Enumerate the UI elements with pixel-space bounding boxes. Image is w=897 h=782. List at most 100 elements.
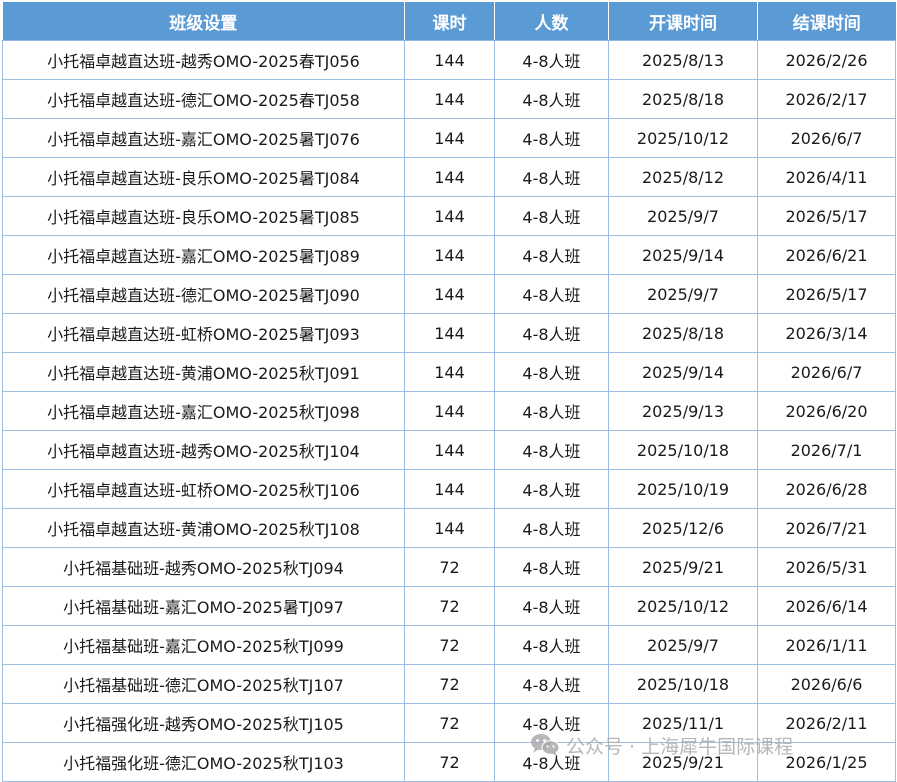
cell-start-date: 2025/11/1: [608, 703, 758, 743]
cell-hours: 72: [404, 586, 495, 626]
cell-class-name: 小托福基础班-德汇OMO-2025秋TJ107: [2, 664, 405, 704]
cell-hours: 144: [404, 79, 495, 119]
cell-class-name: 小托福卓越直达班-黄浦OMO-2025秋TJ091: [2, 352, 405, 392]
table-row: 小托福强化班-德汇OMO-2025秋TJ103 72 4-8人班 2025/9/21 2…: [2, 742, 896, 782]
cell-start-date: 2025/9/13: [608, 391, 758, 431]
cell-start-date: 2025/8/12: [608, 157, 758, 197]
cell-end-date: 2026/4/11: [757, 157, 896, 197]
table-row: 小托福基础班-嘉汇OMO-2025秋TJ099 72 4-8人班 2025/9/7 20…: [2, 625, 896, 665]
cell-class-name: 小托福卓越直达班-虹桥OMO-2025暑TJ093: [2, 313, 405, 353]
cell-hours: 144: [404, 274, 495, 314]
cell-start-date: 2025/10/18: [608, 430, 758, 470]
cell-class-name: 小托福基础班-越秀OMO-2025秋TJ094: [2, 547, 405, 587]
cell-class-size: 4-8人班: [494, 274, 609, 314]
header-class-size: 人数: [494, 2, 609, 41]
cell-start-date: 2025/9/14: [608, 235, 758, 275]
cell-class-name: 小托福卓越直达班-黄浦OMO-2025秋TJ108: [2, 508, 405, 548]
cell-class-size: 4-8人班: [494, 508, 609, 548]
table-row: 小托福卓越直达班-良乐OMO-2025暑TJ085 144 4-8人班 2025/9/…: [2, 196, 896, 236]
cell-start-date: 2025/8/18: [608, 79, 758, 119]
cell-end-date: 2026/3/14: [757, 313, 896, 353]
cell-class-name: 小托福卓越直达班-良乐OMO-2025暑TJ085: [2, 196, 405, 236]
cell-class-name: 小托福基础班-嘉汇OMO-2025秋TJ099: [2, 625, 405, 665]
cell-start-date: 2025/10/12: [608, 586, 758, 626]
cell-hours: 72: [404, 703, 495, 743]
table-row: 小托福卓越直达班-黄浦OMO-2025秋TJ108 144 4-8人班 2025/12…: [2, 508, 896, 548]
cell-class-name: 小托福卓越直达班-虹桥OMO-2025秋TJ106: [2, 469, 405, 509]
cell-end-date: 2026/6/7: [757, 352, 896, 392]
cell-end-date: 2026/5/31: [757, 547, 896, 587]
table-row: 小托福卓越直达班-德汇OMO-2025春TJ058 144 4-8人班 2025/8/…: [2, 79, 896, 119]
table-body: 小托福卓越直达班-越秀OMO-2025春TJ056 144 4-8人班 2025/8/…: [2, 40, 896, 782]
cell-end-date: 2026/6/20: [757, 391, 896, 431]
cell-class-size: 4-8人班: [494, 391, 609, 431]
cell-hours: 144: [404, 313, 495, 353]
cell-hours: 72: [404, 625, 495, 665]
cell-end-date: 2026/7/1: [757, 430, 896, 470]
cell-start-date: 2025/8/18: [608, 313, 758, 353]
cell-class-size: 4-8人班: [494, 547, 609, 587]
cell-class-name: 小托福卓越直达班-嘉汇OMO-2025秋TJ098: [2, 391, 405, 431]
header-start-date: 开课时间: [608, 2, 758, 41]
cell-hours: 144: [404, 118, 495, 158]
cell-class-size: 4-8人班: [494, 742, 609, 782]
cell-end-date: 2026/2/17: [757, 79, 896, 119]
table-row: 小托福基础班-越秀OMO-2025秋TJ094 72 4-8人班 2025/9/21 2…: [2, 547, 896, 587]
cell-end-date: 2026/5/17: [757, 274, 896, 314]
cell-class-size: 4-8人班: [494, 586, 609, 626]
cell-class-name: 小托福卓越直达班-越秀OMO-2025秋TJ104: [2, 430, 405, 470]
cell-hours: 144: [404, 352, 495, 392]
header-end-date: 结课时间: [757, 2, 896, 41]
cell-class-size: 4-8人班: [494, 313, 609, 353]
table-row: 小托福强化班-越秀OMO-2025秋TJ105 72 4-8人班 2025/11/1 2…: [2, 703, 896, 743]
table-row: 小托福卓越直达班-良乐OMO-2025暑TJ084 144 4-8人班 2025/8/…: [2, 157, 896, 197]
cell-start-date: 2025/10/19: [608, 469, 758, 509]
cell-end-date: 2026/5/17: [757, 196, 896, 236]
cell-class-size: 4-8人班: [494, 430, 609, 470]
table-row: 小托福卓越直达班-越秀OMO-2025春TJ056 144 4-8人班 2025/8/…: [2, 40, 896, 80]
cell-class-size: 4-8人班: [494, 118, 609, 158]
cell-class-size: 4-8人班: [494, 469, 609, 509]
cell-class-size: 4-8人班: [494, 703, 609, 743]
cell-class-name: 小托福强化班-越秀OMO-2025秋TJ105: [2, 703, 405, 743]
cell-hours: 72: [404, 547, 495, 587]
cell-hours: 72: [404, 742, 495, 782]
cell-hours: 144: [404, 196, 495, 236]
cell-hours: 144: [404, 469, 495, 509]
cell-start-date: 2025/9/14: [608, 352, 758, 392]
cell-end-date: 2026/2/26: [757, 40, 896, 80]
table-row: 小托福卓越直达班-嘉汇OMO-2025暑TJ076 144 4-8人班 2025/10…: [2, 118, 896, 158]
course-schedule-table: 班级设置 课时 人数 开课时间 结课时间 小托福卓越直达班-越秀OMO-2025…: [2, 2, 896, 782]
table-row: 小托福卓越直达班-虹桥OMO-2025暑TJ093 144 4-8人班 2025/8/…: [2, 313, 896, 353]
table-row: 小托福卓越直达班-嘉汇OMO-2025暑TJ089 144 4-8人班 2025/9/…: [2, 235, 896, 275]
table-row: 小托福卓越直达班-嘉汇OMO-2025秋TJ098 144 4-8人班 2025/9/…: [2, 391, 896, 431]
cell-hours: 144: [404, 157, 495, 197]
table-header: 班级设置 课时 人数 开课时间 结课时间: [2, 2, 896, 41]
cell-class-name: 小托福卓越直达班-德汇OMO-2025暑TJ090: [2, 274, 405, 314]
cell-class-name: 小托福强化班-德汇OMO-2025秋TJ103: [2, 742, 405, 782]
cell-class-name: 小托福卓越直达班-良乐OMO-2025暑TJ084: [2, 157, 405, 197]
header-hours: 课时: [404, 2, 495, 41]
cell-end-date: 2026/6/7: [757, 118, 896, 158]
cell-class-size: 4-8人班: [494, 352, 609, 392]
cell-class-name: 小托福卓越直达班-嘉汇OMO-2025暑TJ076: [2, 118, 405, 158]
table-row: 小托福卓越直达班-黄浦OMO-2025秋TJ091 144 4-8人班 2025/9/…: [2, 352, 896, 392]
cell-class-size: 4-8人班: [494, 40, 609, 80]
table-row: 小托福卓越直达班-德汇OMO-2025暑TJ090 144 4-8人班 2025/9/…: [2, 274, 896, 314]
cell-hours: 144: [404, 40, 495, 80]
cell-start-date: 2025/9/21: [608, 547, 758, 587]
cell-class-size: 4-8人班: [494, 157, 609, 197]
cell-class-size: 4-8人班: [494, 625, 609, 665]
cell-class-size: 4-8人班: [494, 235, 609, 275]
cell-class-name: 小托福卓越直达班-德汇OMO-2025春TJ058: [2, 79, 405, 119]
cell-class-size: 4-8人班: [494, 196, 609, 236]
cell-class-size: 4-8人班: [494, 664, 609, 704]
cell-hours: 144: [404, 430, 495, 470]
cell-start-date: 2025/9/7: [608, 274, 758, 314]
cell-start-date: 2025/10/18: [608, 664, 758, 704]
cell-end-date: 2026/7/21: [757, 508, 896, 548]
cell-end-date: 2026/1/11: [757, 625, 896, 665]
cell-start-date: 2025/9/21: [608, 742, 758, 782]
cell-end-date: 2026/6/14: [757, 586, 896, 626]
cell-hours: 144: [404, 508, 495, 548]
